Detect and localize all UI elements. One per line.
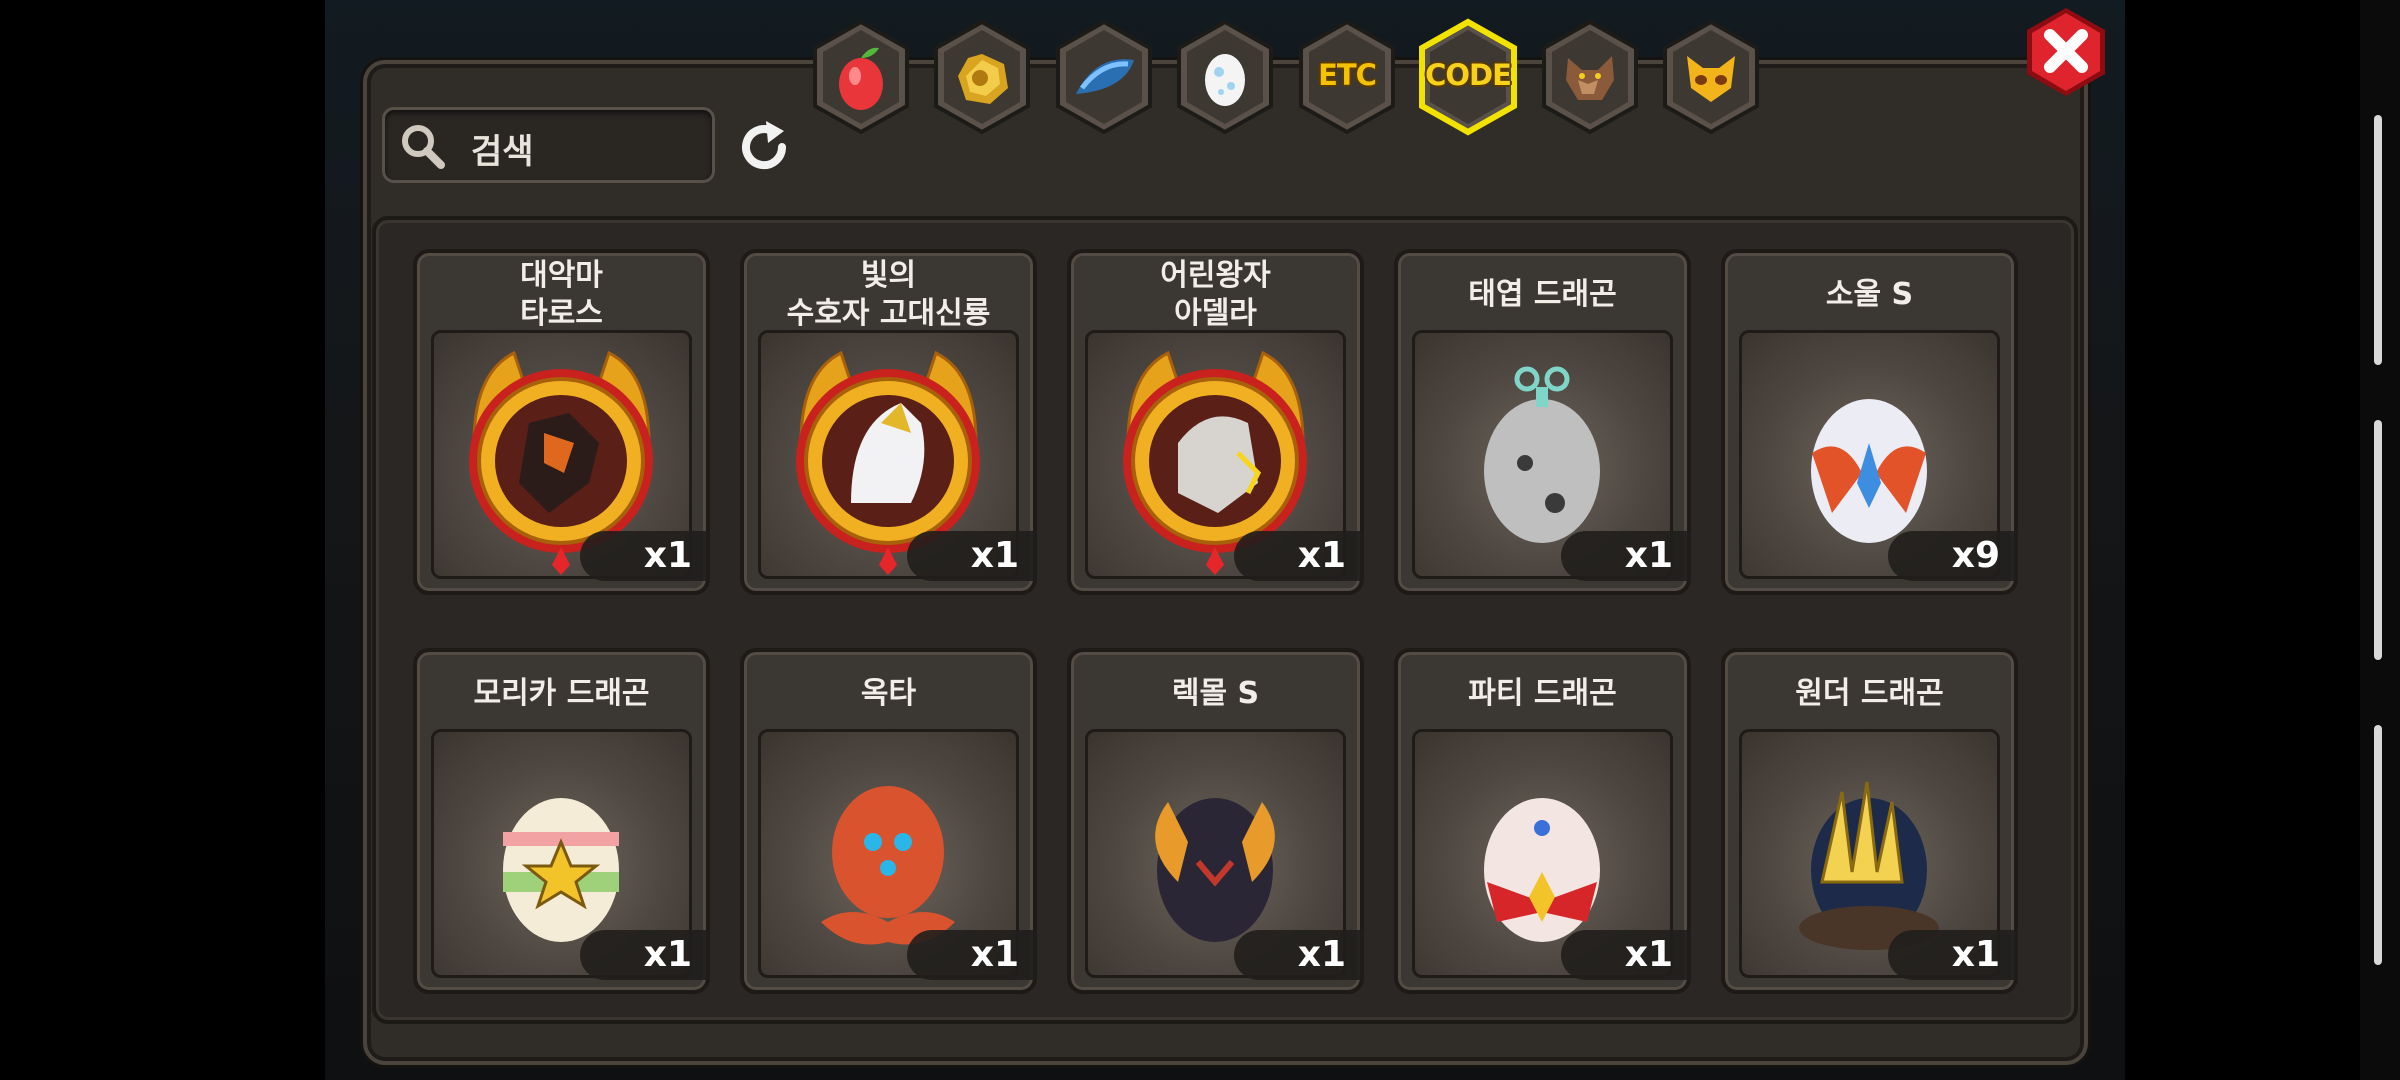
tab-frame <box>1177 19 1273 135</box>
search-placeholder: 검색 <box>471 132 534 172</box>
item-card[interactable]: 대악마 타로스 x1 <box>413 249 710 595</box>
search-icon <box>402 125 445 169</box>
tab-fruit[interactable] <box>809 18 913 136</box>
item-quantity: x1 <box>580 930 710 980</box>
tab-cat[interactable] <box>1659 18 1763 136</box>
item-quantity: x1 <box>907 930 1037 980</box>
tab-label: ETC <box>1318 58 1377 92</box>
egg-icon <box>1205 54 1245 106</box>
item-card[interactable]: 옥타 x1 <box>740 648 1037 994</box>
tab-frame <box>1663 19 1759 135</box>
item-card[interactable]: 파티 드래곤 x1 <box>1394 648 1691 994</box>
item-quantity: x1 <box>1234 531 1364 581</box>
item-name: 대악마 타로스 <box>520 258 603 331</box>
item-card[interactable]: 어린왕자 아델라 x1 <box>1067 249 1364 595</box>
item-card[interactable]: 렉몰 S x1 <box>1067 648 1364 994</box>
search-input[interactable]: 검색 <box>382 107 715 183</box>
item-name: 렉몰 S <box>1171 676 1260 711</box>
tab-etc[interactable]: ETC <box>1295 18 1399 136</box>
item-card[interactable]: 모리카 드래곤 x1 <box>413 648 710 994</box>
tab-egg[interactable] <box>1173 18 1277 136</box>
item-quantity: x1 <box>907 531 1037 581</box>
tab-frame <box>813 19 909 135</box>
item-name: 빛의 수호자 고대신룡 <box>786 258 991 331</box>
item-name: 파티 드래곤 <box>1468 676 1617 711</box>
tab-feather[interactable] <box>1052 18 1156 136</box>
item-name: 모리카 드래곤 <box>473 676 650 711</box>
refresh-icon[interactable] <box>734 117 794 177</box>
tab-beast[interactable] <box>1538 18 1642 136</box>
item-card[interactable]: 소울 S x9 <box>1721 249 2018 595</box>
item-card[interactable]: 원더 드래곤 x1 <box>1721 648 2018 994</box>
tab-code[interactable]: CODE <box>1416 18 1520 136</box>
item-quantity: x9 <box>1888 531 2018 581</box>
tab-frame <box>934 19 1030 135</box>
tab-label: CODE <box>1425 58 1512 92</box>
item-quantity: x1 <box>1561 531 1691 581</box>
item-quantity: x1 <box>580 531 710 581</box>
tab-gold[interactable] <box>930 18 1034 136</box>
close-button[interactable] <box>2021 5 2111 99</box>
item-name: 소울 S <box>1825 277 1914 312</box>
item-name: 옥타 <box>860 676 917 711</box>
scrollbar-thumb-top[interactable] <box>2374 115 2382 365</box>
scrollbar-thumb-bottom[interactable] <box>2374 725 2382 965</box>
item-name: 원더 드래곤 <box>1795 676 1944 711</box>
tab-frame <box>1056 19 1152 135</box>
item-name: 어린왕자 아델라 <box>1160 258 1271 331</box>
scrollbar-thumb-middle[interactable] <box>2374 420 2382 660</box>
item-card[interactable]: 태엽 드래곤 x1 <box>1394 249 1691 595</box>
item-quantity: x1 <box>1888 930 2018 980</box>
item-quantity: x1 <box>1234 930 1364 980</box>
tab-frame <box>1542 19 1638 135</box>
item-name: 태엽 드래곤 <box>1468 277 1617 312</box>
item-quantity: x1 <box>1561 930 1691 980</box>
item-card[interactable]: 빛의 수호자 고대신룡 x1 <box>740 249 1037 595</box>
